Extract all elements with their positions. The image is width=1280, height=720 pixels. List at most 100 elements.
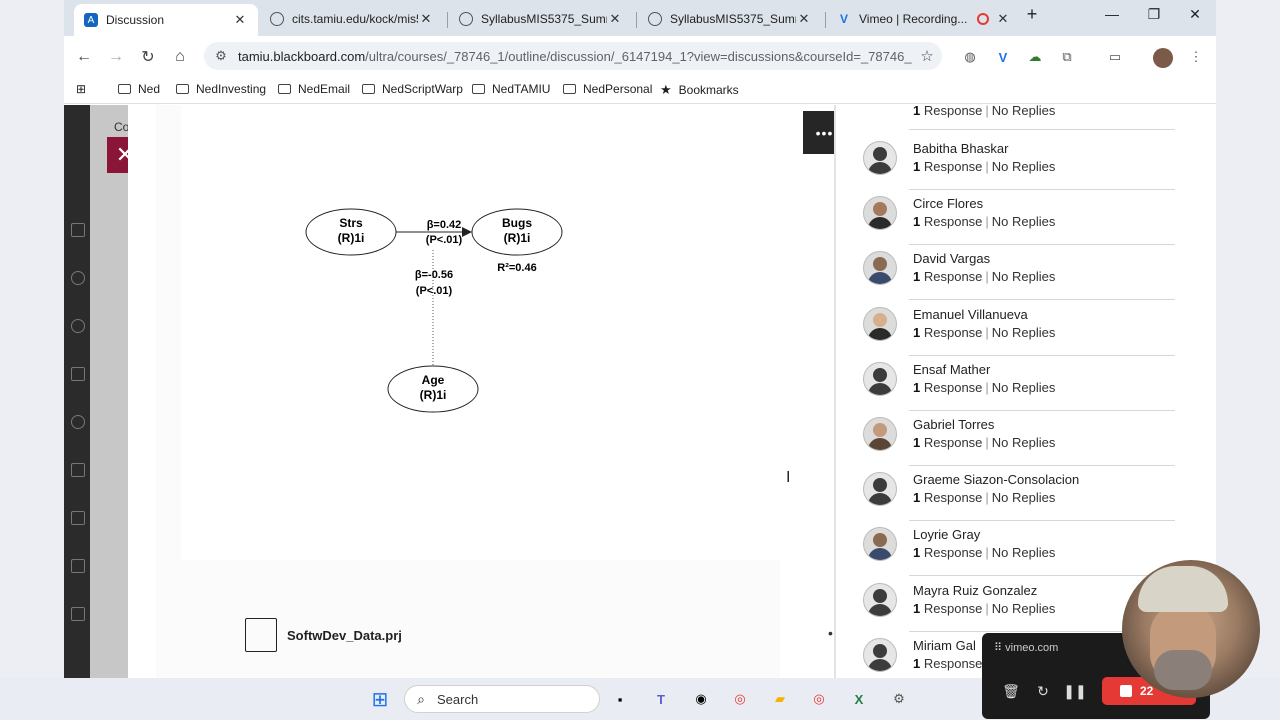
avatar[interactable] — [863, 306, 897, 341]
windows-start-icon[interactable]: ⊞ — [367, 686, 393, 712]
site-info-icon[interactable]: ⚙ — [204, 48, 238, 64]
avatar-body — [868, 382, 892, 395]
participant-name[interactable]: Babitha Bhaskar — [913, 141, 1008, 156]
list-item[interactable]: 1 Response | No Replies — [836, 105, 1176, 130]
avatar[interactable] — [863, 527, 897, 562]
avatar[interactable] — [863, 251, 897, 286]
globe-nav-icon[interactable] — [71, 319, 85, 333]
list-item[interactable]: Emanuel Villanueva 1 Response | No Replies — [836, 301, 1176, 356]
participant-name[interactable]: Circe Flores — [913, 196, 983, 211]
settings-icon[interactable]: ⚙ — [886, 686, 912, 712]
participant-name[interactable]: Ensaf Mather — [913, 362, 990, 377]
bookmark-star-icon[interactable]: ☆ — [912, 47, 942, 65]
avatar[interactable] — [863, 472, 897, 507]
bookmark-ned[interactable]: Ned — [118, 82, 160, 96]
recording-indicator-icon — [977, 13, 989, 25]
side-panel-icon[interactable]: ▭ — [1106, 48, 1124, 66]
restore-icon[interactable]: ❐ — [1134, 6, 1174, 23]
back-icon[interactable]: ← — [73, 46, 95, 68]
tab-cits[interactable]: cits.tamiu.edu/kock/mis53 ✕ — [260, 4, 444, 34]
messages-icon[interactable] — [71, 511, 85, 525]
avatar[interactable] — [863, 417, 897, 451]
avatar-body — [868, 658, 892, 671]
user-icon[interactable] — [71, 271, 85, 285]
institution-icon[interactable] — [71, 127, 85, 141]
avatar[interactable] — [863, 141, 897, 175]
courses-icon[interactable] — [71, 367, 85, 381]
participant-name[interactable]: Gabriel Torres — [913, 417, 994, 432]
tab-syllabus-1[interactable]: SyllabusMIS5375_Summer ✕ — [449, 4, 633, 34]
menu-kebab-icon[interactable]: ⋮ — [1187, 48, 1205, 66]
close-tab-icon[interactable]: ✕ — [607, 11, 623, 27]
restart-icon[interactable]: ↻ — [1031, 679, 1055, 703]
bookmark-nedscriptwarp[interactable]: NedScriptWarp — [362, 82, 463, 96]
vimeo-extension-icon[interactable]: V — [994, 48, 1012, 66]
avatar[interactable] — [863, 196, 897, 231]
list-item[interactable]: Circe Flores 1 Response | No Replies — [836, 190, 1176, 246]
count-label: Response — [923, 324, 983, 340]
avatar[interactable] — [863, 582, 897, 617]
list-item[interactable]: Gabriel Torres 1 Response | No Replies — [836, 411, 1176, 466]
list-item[interactable]: Loyrie Gray 1 Response | No Replies — [836, 521, 1176, 577]
teams-icon[interactable]: T — [648, 686, 674, 712]
list-item[interactable]: Babitha Bhaskar 1 Response | No Replies — [836, 135, 1176, 190]
new-tab-button[interactable]: + — [1012, 4, 1052, 25]
minimize-icon[interactable]: — — [1092, 6, 1132, 22]
pause-icon[interactable]: ❚❚ — [1063, 679, 1087, 703]
list-item[interactable]: David Vargas 1 Response | No Replies — [836, 245, 1176, 301]
avatar[interactable] — [863, 637, 897, 672]
delete-icon[interactable]: 🗑 — [999, 679, 1023, 703]
close-tab-icon[interactable]: ✕ — [418, 11, 434, 27]
chrome-profile-icon[interactable]: ◎ — [806, 686, 832, 712]
separator: | — [985, 545, 989, 561]
replies-label: No Replies — [991, 379, 1056, 395]
bookmark-nedtamiu[interactable]: NedTAMIU — [472, 82, 550, 96]
close-tab-icon[interactable]: ✕ — [796, 11, 812, 27]
tab-syllabus-2[interactable]: SyllabusMIS5375_Summer ✕ — [638, 4, 822, 34]
dell-icon[interactable]: ◉ — [688, 686, 714, 712]
taskbar-search[interactable]: ⌕ Search — [404, 685, 600, 713]
tab-discussion[interactable]: A Discussion ✕ — [74, 4, 258, 36]
tab-vimeo[interactable]: V Vimeo | Recording... ✕ — [827, 4, 1021, 34]
participant-name[interactable]: Graeme Siazon-Consolacion — [913, 472, 1079, 487]
forward-icon[interactable]: → — [105, 46, 127, 68]
participant-name[interactable]: Emanuel Villanueva — [913, 307, 1028, 322]
list-item[interactable]: Ensaf Mather 1 Response | No Replies — [836, 356, 1176, 411]
participant-name[interactable]: Mayra Ruiz Gonzalez — [913, 583, 1037, 598]
close-tab-icon[interactable]: ✕ — [995, 11, 1011, 27]
list-item[interactable]: Graeme Siazon-Consolacion 1 Response | No R… — [836, 466, 1176, 522]
bookmark-label: NedInvesting — [196, 82, 267, 96]
avatar-head — [873, 423, 887, 437]
reload-icon[interactable]: ↻ — [137, 46, 159, 68]
bookmark-label: Bookmarks — [678, 83, 739, 97]
file-explorer-icon[interactable]: ▰ — [767, 686, 793, 712]
avatar[interactable] — [863, 361, 897, 396]
bookmark-nedpersonal[interactable]: NedPersonal — [563, 82, 652, 96]
groups-icon[interactable] — [71, 415, 85, 429]
extensions-puzzle-icon[interactable]: ⧉ — [1058, 48, 1076, 66]
excel-icon[interactable]: X — [846, 686, 872, 712]
bookmark-bookmarks[interactable]: ★ Bookmarks — [660, 82, 739, 98]
avatar-head — [873, 478, 887, 493]
close-tab-icon[interactable]: ✕ — [232, 12, 248, 28]
chrome-icon[interactable]: ◎ — [727, 686, 753, 712]
grades-icon[interactable] — [71, 559, 85, 573]
tools-icon[interactable] — [71, 607, 85, 621]
terminal-icon[interactable]: ▪ — [607, 686, 633, 712]
count-label: Response — [923, 600, 983, 616]
bookmark-nedinvesting[interactable]: NedInvesting — [176, 82, 266, 96]
participant-name[interactable]: David Vargas — [913, 251, 990, 266]
profile-avatar[interactable] — [1153, 48, 1173, 68]
home-icon[interactable]: ⌂ — [169, 46, 191, 68]
extension-icon[interactable]: ◍ — [961, 48, 979, 66]
calendar-icon[interactable] — [71, 463, 85, 477]
participant-name[interactable]: Miriam Gal — [913, 638, 976, 653]
bank-icon[interactable] — [71, 223, 85, 237]
attachment-name[interactable]: SoftwDev_Data.prj — [287, 628, 402, 643]
bookmark-nedemail[interactable]: NedEmail — [278, 82, 350, 96]
cloud-extension-icon[interactable]: ☁ — [1026, 48, 1044, 66]
participant-name[interactable]: Loyrie Gray — [913, 527, 980, 542]
apps-grid-icon[interactable]: ⊞ — [76, 82, 86, 96]
close-window-icon[interactable]: ✕ — [1175, 6, 1215, 23]
address-bar[interactable]: ⚙ tamiu.blackboard.com/ultra/courses/_78… — [204, 42, 942, 70]
